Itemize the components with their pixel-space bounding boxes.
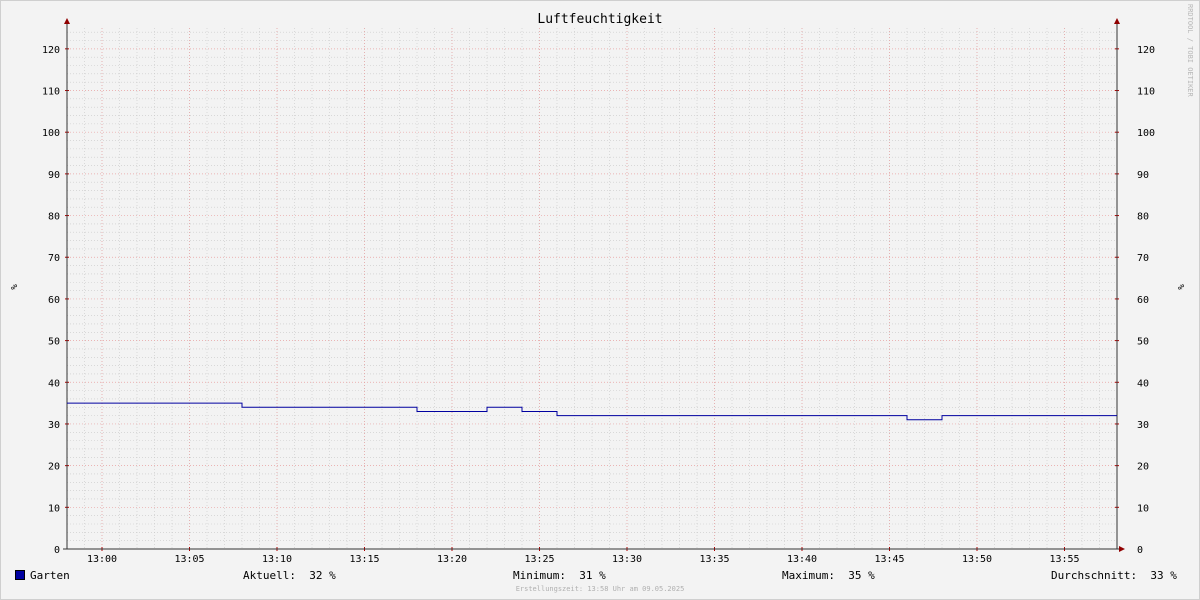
legend-current: Aktuell: 32 % [243,569,336,582]
y-tick-label-right: 10 [1137,503,1149,514]
x-tick-label: 13:50 [962,554,992,565]
x-tick-label: 13:40 [787,554,817,565]
y-tick-label-right: 20 [1137,462,1149,473]
x-tick-label: 13:05 [174,554,204,565]
x-tick-label: 13:30 [612,554,642,565]
y-tick-label-right: 40 [1137,378,1149,389]
legend-series-name: Garten [30,569,70,582]
x-tick-label: 13:25 [524,554,554,565]
vendor-watermark: RRDTOOL / TOBI OETIKER [1186,4,1194,97]
y-tick-label: 0 [54,545,60,556]
y-tick-label-right: 110 [1137,87,1155,98]
y-tick-label-right: 0 [1137,545,1143,556]
y-tick-label: 100 [42,128,60,139]
y-tick-label-right: 30 [1137,420,1149,431]
y-tick-label-right: 50 [1137,337,1149,348]
y-tick-label-right: 70 [1137,253,1149,264]
y-axis-arrow-right [1114,18,1120,24]
y-tick-label: 10 [48,503,60,514]
x-tick-label: 13:45 [874,554,904,565]
y-tick-label: 60 [48,295,60,306]
creation-time-footer: Erstellungszeit: 13:58 Uhr am 09.05.2025 [515,585,685,593]
x-tick-label: 13:00 [87,554,117,565]
y-tick-label: 50 [48,337,60,348]
y-tick-label: 70 [48,253,60,264]
y-tick-label: 110 [42,87,60,98]
y-tick-label: 90 [48,170,60,181]
y-axis-arrow [64,18,70,24]
y-tick-label-right: 120 [1137,45,1155,56]
y-tick-label-right: 90 [1137,170,1149,181]
y-axis-label-right: % [1175,284,1185,290]
x-tick-label: 13:20 [437,554,467,565]
legend-average: Durchschnitt: 33 % [1051,569,1177,582]
x-tick-label: 13:15 [349,554,379,565]
chart-title: Luftfeuchtigkeit [537,12,662,27]
y-tick-label: 120 [42,45,60,56]
y-axis-label-left: % [8,284,18,290]
y-tick-label: 20 [48,462,60,473]
x-tick-label: 13:55 [1049,554,1079,565]
x-tick-label: 13:10 [262,554,292,565]
y-tick-label: 30 [48,420,60,431]
legend: Garten Aktuell: 32 % Minimum: 31 % Maxim… [0,569,1200,583]
legend-minimum: Minimum: 31 % [513,569,606,582]
y-tick-label-right: 60 [1137,295,1149,306]
y-tick-label-right: 100 [1137,128,1155,139]
legend-maximum: Maximum: 35 % [782,569,875,582]
series-line-garten [67,402,1117,421]
y-tick-label: 80 [48,212,60,223]
y-tick-label-right: 80 [1137,212,1149,223]
legend-swatch-garten [15,570,25,580]
x-axis-arrow [1119,546,1125,552]
x-tick-label: 13:35 [699,554,729,565]
humidity-chart: Luftfeuchtigkeit % % 0 0 10 10 20 20 30 30 40 40 5… [8,12,1185,565]
y-tick-label: 40 [48,378,60,389]
